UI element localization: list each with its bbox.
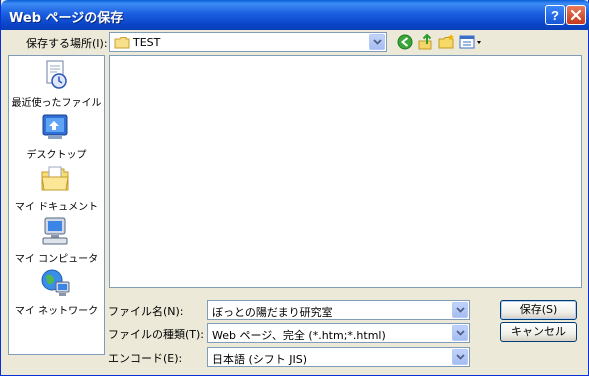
up-folder-icon <box>418 33 432 50</box>
file-list[interactable] <box>109 55 582 288</box>
filename-label: ファイル名(N): <box>108 305 184 318</box>
place-desktop[interactable]: デスクトップ <box>9 112 104 162</box>
place-my-documents[interactable]: マイ ドキュメント <box>9 164 104 214</box>
encoding-dropdown-button[interactable] <box>452 349 468 365</box>
encoding-label: エンコード(E): <box>108 352 183 365</box>
place-my-computer[interactable]: マイ コンピュータ <box>9 216 104 266</box>
close-button[interactable] <box>566 5 586 25</box>
place-label-my-computer: マイ コンピュータ <box>14 254 99 265</box>
new-folder-button[interactable] <box>438 33 456 51</box>
help-button[interactable]: ? <box>545 5 565 25</box>
place-label-my-network: マイ ネットワーク <box>14 306 99 317</box>
close-icon <box>570 9 582 21</box>
up-folder-button[interactable] <box>417 33 435 51</box>
places-bar: 最近使ったファイル デスクトップ マイ ドキュメント マイ コンピュータ マイ … <box>8 55 105 355</box>
recent-documents-icon <box>46 60 67 89</box>
dialog-client-area: 保存する場所(I): TEST 最近使ったファイル デスクトップ マイ ドキュメ… <box>4 30 587 373</box>
chevron-down-icon <box>373 39 382 45</box>
back-arrow-icon <box>397 34 413 50</box>
chevron-down-icon <box>456 354 465 360</box>
chevron-down-icon <box>456 330 465 336</box>
chevron-down-icon <box>456 307 465 313</box>
place-label-recent: 最近使ったファイル <box>11 98 102 109</box>
views-menu-button[interactable] <box>459 33 483 51</box>
place-label-my-documents: マイ ドキュメント <box>14 202 99 213</box>
filetype-value: Web ページ、完全 (*.htm;*.html) <box>212 329 386 342</box>
save-button[interactable]: 保存(S) <box>500 300 577 320</box>
encoding-combo[interactable]: 日本語 (シフト JIS) <box>207 347 470 367</box>
save-web-page-dialog: Web ページの保存 ? 保存する場所(I): TEST 最近使ったファイル デ… <box>0 0 589 376</box>
desktop-icon <box>42 114 68 139</box>
new-folder-icon <box>438 34 454 49</box>
place-recent-documents[interactable]: 最近使ったファイル <box>9 60 104 110</box>
title-bar[interactable]: Web ページの保存 ? <box>1 0 589 30</box>
filetype-dropdown-button[interactable] <box>452 325 468 341</box>
window-title: Web ページの保存 <box>9 11 124 26</box>
filename-combo[interactable]: ぼっとの陽だまり研究室 <box>207 300 470 320</box>
my-documents-icon <box>41 166 69 191</box>
svg-text:?: ? <box>551 8 559 23</box>
place-label-desktop: デスクトップ <box>26 150 87 161</box>
encoding-value: 日本語 (シフト JIS) <box>212 353 308 366</box>
cancel-button[interactable]: キャンセル <box>500 322 577 342</box>
my-network-icon <box>41 269 70 296</box>
filename-value: ぼっとの陽だまり研究室 <box>212 306 333 319</box>
filename-dropdown-button[interactable] <box>452 302 468 318</box>
save-in-dropdown-button[interactable] <box>369 34 385 50</box>
help-icon: ? <box>551 8 559 23</box>
view-menu-icon <box>459 35 481 49</box>
place-my-network[interactable]: マイ ネットワーク <box>9 268 104 318</box>
filetype-label: ファイルの種類(T): <box>108 328 205 341</box>
filetype-combo[interactable]: Web ページ、完全 (*.htm;*.html) <box>207 323 470 343</box>
save-in-combo[interactable]: TEST <box>109 32 387 52</box>
folder-icon <box>114 37 130 49</box>
save-in-value: TEST <box>133 36 161 49</box>
save-in-label: 保存する場所(I): <box>26 37 108 50</box>
my-computer-icon <box>42 217 68 245</box>
back-button[interactable] <box>396 33 414 51</box>
